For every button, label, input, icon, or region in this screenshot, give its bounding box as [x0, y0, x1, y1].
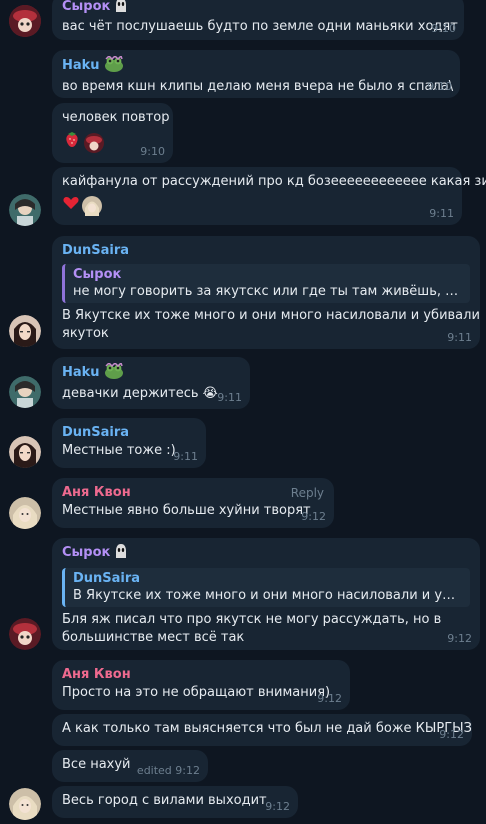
- message-bubble[interactable]: кайфанула от рассуждений про кд бозеееее…: [52, 167, 486, 225]
- message-bubble[interactable]: Аня Квон Просто на это не обращают внима…: [52, 660, 350, 710]
- message-text-line: Бля яж писал что про якутск не могу расс…: [62, 612, 442, 627]
- message-time: 9:12: [317, 692, 342, 705]
- avatar-anya[interactable]: [9, 788, 41, 820]
- quote-text: не могу говорить за якутскс или где ты т…: [73, 284, 462, 299]
- reply-quote[interactable]: Сырок не могу говорить за якутскс или гд…: [62, 264, 470, 303]
- message-time: 9:12: [301, 510, 326, 523]
- avatar-syrok[interactable]: [9, 618, 41, 650]
- sender-name[interactable]: Сырок: [62, 0, 110, 14]
- message-bubble[interactable]: человек повтор 9:10: [52, 103, 173, 163]
- message-text: А как только там выясняется что был не д…: [62, 721, 472, 736]
- quote-sender: DunSaira: [73, 571, 141, 586]
- avatar-haku[interactable]: [9, 376, 41, 408]
- message-bubble[interactable]: DunSaira Сырок не могу говорить за якутс…: [52, 236, 480, 349]
- message-bubble[interactable]: Аня Квон Reply Местные явно больше хуйни…: [52, 478, 334, 528]
- message-text: девачки держитесь: [62, 386, 199, 401]
- reactions[interactable]: [62, 130, 104, 156]
- edited-label: edited: [136, 764, 172, 777]
- message-text: вас чёт послушаешь будто по земле одни м…: [62, 19, 458, 34]
- message-text-line: якуток: [62, 326, 109, 341]
- sender-name[interactable]: Haku: [62, 58, 100, 73]
- message-text: человек повтор: [62, 110, 170, 125]
- message-text: во время кшн клипы делаю меня вчера не б…: [62, 79, 454, 94]
- message-text-line: В Якутске их тоже много и они много наси…: [62, 308, 480, 323]
- message-text: кайфанула от рассуждений про кд бозеееее…: [62, 174, 486, 189]
- message-time: 9:12: [447, 632, 472, 645]
- reply-quote[interactable]: DunSaira В Якутске их тоже много и они м…: [62, 568, 470, 607]
- sender-name[interactable]: DunSaira: [62, 424, 196, 442]
- message-time: 9:12: [175, 764, 200, 777]
- message-bubble[interactable]: А как только там выясняется что был не д…: [52, 714, 472, 746]
- message-bubble[interactable]: Сырок вас чёт послушаешь будто по земле …: [52, 0, 464, 40]
- message-time: 9:10: [140, 145, 165, 158]
- message-time: 9:10: [427, 80, 452, 93]
- reactions[interactable]: [62, 194, 102, 218]
- frog-emoji-icon: [104, 361, 124, 385]
- quote-text: В Якутске их тоже много и они много наси…: [73, 588, 462, 603]
- heart-icon[interactable]: [62, 194, 80, 218]
- message-time: 9:11: [217, 391, 242, 404]
- message-text: Местные явно больше хуйни творят: [62, 503, 311, 518]
- message-time: 9:12: [439, 728, 464, 741]
- sender-name[interactable]: Haku: [62, 365, 100, 380]
- message-bubble[interactable]: DunSaira Местные тоже :) 9:11: [52, 418, 206, 468]
- avatar-icon: [82, 196, 102, 216]
- sender-name[interactable]: Аня Квон: [62, 666, 340, 684]
- message-time: 9:12: [265, 800, 290, 813]
- strawberry-icon[interactable]: [62, 130, 82, 156]
- message-time: 9:10: [431, 22, 456, 35]
- message-time: 9:11: [173, 450, 198, 463]
- avatar-dunsaira[interactable]: [9, 436, 41, 468]
- reply-button[interactable]: Reply: [291, 484, 324, 502]
- frog-emoji-icon: [104, 54, 124, 78]
- avatar-syrok[interactable]: [9, 5, 41, 37]
- sender-name[interactable]: DunSaira: [62, 242, 470, 260]
- message-bubble[interactable]: Все нахуй edited 9:12: [52, 750, 208, 782]
- quote-sender: Сырок: [73, 267, 122, 282]
- avatar-anya[interactable]: [9, 497, 41, 529]
- sender-name[interactable]: Сырок: [62, 545, 110, 560]
- message-text: Весь город с вилами выходит: [62, 793, 267, 808]
- message-bubble[interactable]: Haku девачки держитесь 😭 9:11: [52, 357, 250, 409]
- message-time: 9:11: [447, 331, 472, 344]
- message-bubble[interactable]: Весь город с вилами выходит 9:12: [52, 786, 298, 818]
- avatar-haku[interactable]: [9, 194, 41, 226]
- ghost-emoji-icon: [115, 0, 127, 18]
- ghost-emoji-icon: [115, 544, 127, 564]
- crying-emoji-icon: 😭: [202, 386, 218, 401]
- sender-name[interactable]: Аня Квон: [62, 484, 324, 502]
- message-time: 9:11: [429, 207, 454, 220]
- message-text-line: большинстве мест всё так: [62, 630, 245, 645]
- message-bubble[interactable]: Haku во время кшн клипы делаю меня вчера…: [52, 50, 460, 98]
- message-text: Просто на это не обращают внимания): [62, 685, 331, 700]
- avatar-icon: [84, 133, 104, 153]
- message-bubble[interactable]: Сырок DunSaira В Якутске их тоже много и…: [52, 538, 480, 650]
- avatar-dunsaira[interactable]: [9, 315, 41, 347]
